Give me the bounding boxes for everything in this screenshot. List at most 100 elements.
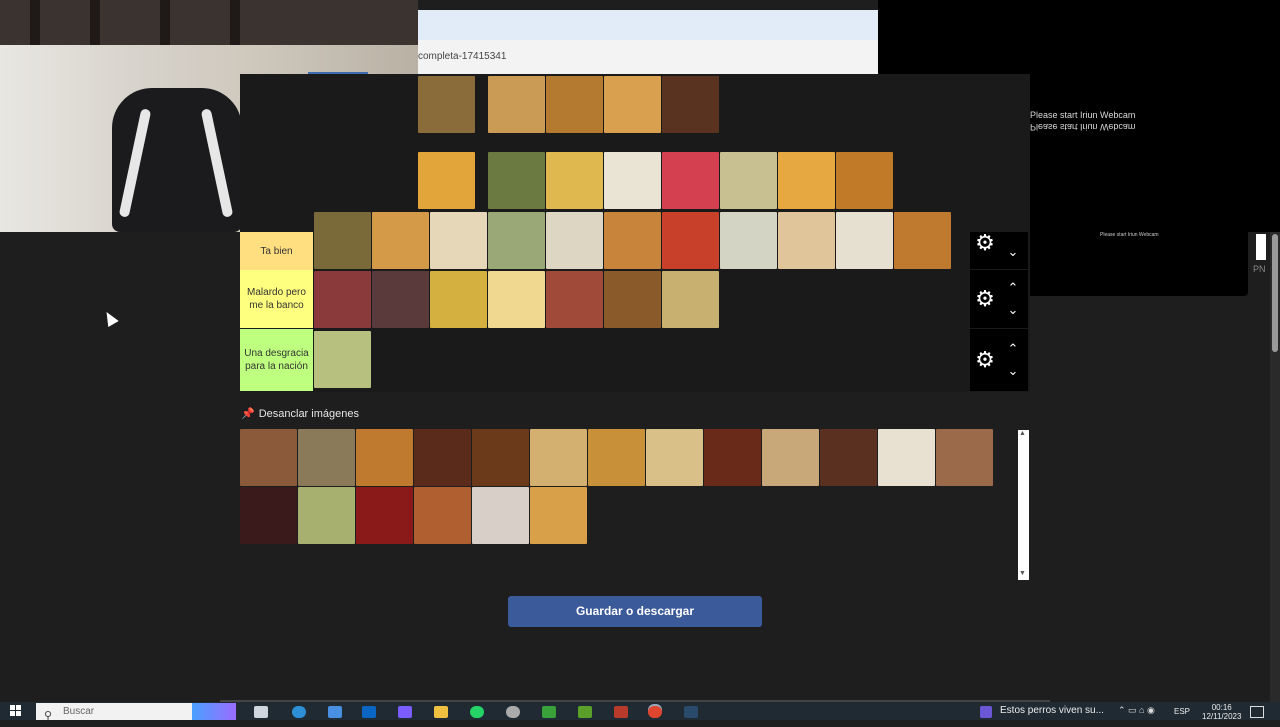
food-image[interactable] <box>430 212 487 269</box>
page-scrollbar[interactable] <box>1270 232 1280 702</box>
food-image[interactable] <box>894 212 951 269</box>
food-image[interactable] <box>314 271 371 328</box>
food-image[interactable] <box>662 212 719 269</box>
food-image[interactable] <box>662 152 719 209</box>
food-image[interactable] <box>588 429 645 486</box>
food-image[interactable] <box>546 152 603 209</box>
search-icon: ⚲ <box>44 710 53 722</box>
food-image[interactable] <box>546 212 603 269</box>
webcam-ceiling <box>0 0 418 45</box>
gear-icon[interactable]: ⚙ <box>974 349 996 371</box>
food-image[interactable] <box>314 331 371 388</box>
food-image[interactable] <box>418 152 475 209</box>
minecraft-icon[interactable] <box>578 706 592 718</box>
food-image[interactable] <box>414 487 471 544</box>
food-image[interactable] <box>936 429 993 486</box>
tier-list: Ta bien Malardo pero me la banco Una des… <box>240 74 1030 392</box>
food-image[interactable] <box>836 152 893 209</box>
food-image[interactable] <box>414 429 471 486</box>
task-view-icon[interactable] <box>254 706 268 718</box>
tier-label-ta-bien[interactable]: Ta bien <box>240 232 313 270</box>
food-image[interactable] <box>546 76 603 133</box>
mouse-cursor-icon <box>101 308 119 328</box>
tier-label-malardo[interactable]: Malardo pero me la banco <box>240 270 313 328</box>
food-image[interactable] <box>472 429 529 486</box>
food-image[interactable] <box>372 212 429 269</box>
obs-icon[interactable] <box>506 706 520 718</box>
tier-controls-2: ⚙ ⌃ ⌄ <box>970 270 1028 328</box>
scroll-up-icon[interactable]: ▲ <box>1019 430 1026 437</box>
food-image[interactable] <box>720 212 777 269</box>
food-image[interactable] <box>762 429 819 486</box>
windows-start-icon[interactable] <box>10 705 22 717</box>
outlook-icon[interactable] <box>362 706 376 718</box>
food-image[interactable] <box>778 152 835 209</box>
food-image[interactable] <box>778 212 835 269</box>
copilot-icon[interactable] <box>398 706 412 718</box>
chevron-down-icon[interactable]: ⌄ <box>1006 303 1020 316</box>
food-image[interactable] <box>472 487 529 544</box>
unpin-images-link[interactable]: 📌 Desanclar imágenes <box>241 407 359 420</box>
media-title[interactable]: Estos perros viven su... <box>1000 705 1104 716</box>
food-image[interactable] <box>704 429 761 486</box>
food-image[interactable] <box>418 76 475 133</box>
food-image[interactable] <box>604 212 661 269</box>
gear-icon[interactable]: ⚙ <box>974 232 996 254</box>
chevron-down-icon[interactable]: ⌄ <box>1006 245 1020 258</box>
store-icon[interactable] <box>328 706 342 718</box>
chevron-down-icon[interactable]: ⌄ <box>1006 364 1020 377</box>
taskbar-search[interactable]: ⚲ Buscar <box>36 703 236 722</box>
food-image[interactable] <box>836 212 893 269</box>
image-pool <box>240 429 1000 579</box>
food-image[interactable] <box>372 271 429 328</box>
food-image[interactable] <box>530 429 587 486</box>
tray-icons[interactable]: ⌃ ▭ ⌂ ◉ <box>1118 705 1155 716</box>
food-image[interactable] <box>488 212 545 269</box>
clock[interactable]: 00:16 12/11/2023 <box>1202 703 1241 721</box>
address-bar[interactable]: completa-17415341 <box>418 40 878 74</box>
notification-icon[interactable] <box>1250 706 1264 718</box>
edge-icon[interactable] <box>292 706 306 718</box>
pin-icon: 📌 <box>241 408 255 420</box>
food-image[interactable] <box>298 487 355 544</box>
steam-icon[interactable] <box>684 706 698 718</box>
xbox-icon[interactable] <box>542 706 556 718</box>
food-image[interactable] <box>662 76 719 133</box>
food-image[interactable] <box>720 152 777 209</box>
scrollbar-thumb[interactable] <box>1272 234 1278 352</box>
file-explorer-icon[interactable] <box>434 706 448 718</box>
food-image[interactable] <box>488 152 545 209</box>
food-image[interactable] <box>546 271 603 328</box>
chrome-icon[interactable] <box>648 706 662 718</box>
game-icon[interactable] <box>614 706 628 718</box>
food-image[interactable] <box>356 487 413 544</box>
food-image[interactable] <box>488 76 545 133</box>
food-image[interactable] <box>356 429 413 486</box>
food-image[interactable] <box>240 429 297 486</box>
food-image[interactable] <box>240 487 297 544</box>
whatsapp-icon[interactable] <box>470 706 484 718</box>
chevron-up-icon[interactable]: ⌃ <box>1006 342 1020 355</box>
language-indicator[interactable]: ESP <box>1174 707 1190 716</box>
food-image[interactable] <box>604 271 661 328</box>
gear-icon[interactable]: ⚙ <box>974 288 996 310</box>
food-image[interactable] <box>820 429 877 486</box>
media-icon[interactable] <box>980 706 992 718</box>
chevron-up-icon[interactable]: ⌃ <box>1006 281 1020 294</box>
food-image[interactable] <box>604 76 661 133</box>
tier-label-desgracia[interactable]: Una desgracia para la nación <box>240 329 313 391</box>
food-image[interactable] <box>604 152 661 209</box>
food-image[interactable] <box>430 271 487 328</box>
food-image[interactable] <box>646 429 703 486</box>
camera-message-mirror: Please start Iriun Webcam <box>1030 122 1136 132</box>
food-image[interactable] <box>488 271 545 328</box>
mini-preview-text: Please start Iriun Webcam <box>1100 232 1159 238</box>
food-image[interactable] <box>662 271 719 328</box>
food-image[interactable] <box>878 429 935 486</box>
pool-scrollbar[interactable]: ▲ ▼ <box>1018 430 1029 580</box>
food-image[interactable] <box>298 429 355 486</box>
food-image[interactable] <box>314 212 371 269</box>
scroll-down-icon[interactable]: ▼ <box>1019 570 1026 577</box>
save-download-button[interactable]: Guardar o descargar <box>508 596 762 627</box>
food-image[interactable] <box>530 487 587 544</box>
